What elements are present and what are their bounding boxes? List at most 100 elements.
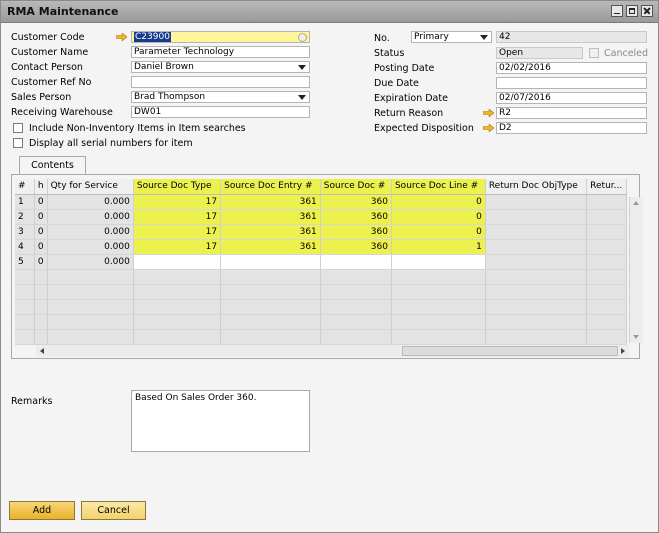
table-cell[interactable] bbox=[586, 284, 627, 300]
column-header[interactable]: Source Doc Line # bbox=[391, 179, 486, 195]
link-arrow-icon[interactable] bbox=[483, 124, 494, 132]
table-row[interactable] bbox=[15, 269, 627, 285]
table-cell[interactable] bbox=[320, 269, 392, 285]
customer-code-field[interactable]: C23900 bbox=[131, 31, 310, 43]
table-cell[interactable]: 5 bbox=[15, 254, 35, 270]
maximize-icon[interactable] bbox=[626, 5, 638, 17]
table-cell[interactable] bbox=[320, 314, 392, 330]
table-cell[interactable] bbox=[320, 329, 392, 345]
table-cell[interactable] bbox=[391, 284, 486, 300]
table-cell[interactable] bbox=[485, 284, 588, 300]
posting-date-field[interactable]: 02/02/2016 bbox=[496, 62, 647, 74]
table-cell[interactable]: 360 bbox=[320, 239, 392, 255]
table-cell[interactable]: 0 bbox=[34, 254, 48, 270]
remarks-textarea[interactable]: Based On Sales Order 360. bbox=[131, 390, 310, 452]
table-cell[interactable]: 0 bbox=[391, 194, 486, 210]
table-cell[interactable] bbox=[15, 329, 35, 345]
table-cell[interactable] bbox=[47, 314, 134, 330]
scroll-right-icon[interactable] bbox=[621, 348, 625, 354]
table-cell[interactable]: 0.000 bbox=[47, 254, 134, 270]
table-cell[interactable]: 0 bbox=[34, 209, 48, 225]
close-icon[interactable] bbox=[641, 5, 653, 17]
table-cell[interactable] bbox=[133, 329, 222, 345]
table-cell[interactable] bbox=[586, 299, 627, 315]
scroll-down-icon[interactable] bbox=[633, 335, 639, 339]
table-row[interactable]: 5 0 0.000 bbox=[15, 254, 627, 270]
table-cell[interactable]: 361 bbox=[220, 239, 321, 255]
add-button[interactable]: Add bbox=[9, 501, 75, 520]
table-cell[interactable] bbox=[220, 284, 321, 300]
table-cell[interactable] bbox=[15, 269, 35, 285]
scroll-left-icon[interactable] bbox=[40, 348, 44, 354]
table-cell[interactable]: 360 bbox=[320, 194, 392, 210]
table-cell[interactable]: 0 bbox=[34, 194, 48, 210]
table-row[interactable]: 3 0 0.000 17 361 360 0 bbox=[15, 224, 627, 240]
table-cell[interactable] bbox=[34, 314, 48, 330]
sales-person-select[interactable]: Brad Thompson bbox=[131, 91, 310, 103]
table-cell[interactable]: 0 bbox=[34, 239, 48, 255]
table-cell[interactable] bbox=[133, 254, 222, 270]
table-cell[interactable] bbox=[133, 314, 222, 330]
link-arrow-icon[interactable] bbox=[483, 109, 494, 117]
table-cell[interactable]: 360 bbox=[320, 224, 392, 240]
receiving-warehouse-field[interactable]: DW01 bbox=[131, 106, 310, 118]
table-cell[interactable]: 0 bbox=[391, 209, 486, 225]
table-row[interactable]: 1 0 0.000 17 361 360 0 bbox=[15, 194, 627, 210]
table-cell[interactable]: 0.000 bbox=[47, 209, 134, 225]
table-cell[interactable] bbox=[34, 284, 48, 300]
table-cell[interactable] bbox=[586, 254, 627, 270]
customer-name-field[interactable]: Parameter Technology bbox=[131, 46, 310, 58]
table-cell[interactable]: 4 bbox=[15, 239, 35, 255]
table-cell[interactable] bbox=[47, 284, 134, 300]
table-cell[interactable] bbox=[485, 329, 588, 345]
table-cell[interactable] bbox=[34, 269, 48, 285]
column-header[interactable]: Source Doc Type bbox=[133, 179, 222, 195]
contact-person-select[interactable]: Daniel Brown bbox=[131, 61, 310, 73]
table-cell[interactable]: 17 bbox=[133, 194, 222, 210]
column-header[interactable]: Retur... bbox=[586, 179, 627, 195]
table-row[interactable]: 2 0 0.000 17 361 360 0 bbox=[15, 209, 627, 225]
table-cell[interactable] bbox=[391, 269, 486, 285]
table-cell[interactable]: 3 bbox=[15, 224, 35, 240]
table-cell[interactable] bbox=[391, 314, 486, 330]
table-row[interactable] bbox=[15, 284, 627, 300]
table-cell[interactable]: 0 bbox=[34, 224, 48, 240]
table-cell[interactable] bbox=[391, 254, 486, 270]
table-cell[interactable] bbox=[391, 329, 486, 345]
chevron-down-icon[interactable] bbox=[298, 65, 306, 70]
table-row[interactable] bbox=[15, 299, 627, 315]
table-cell[interactable] bbox=[586, 194, 627, 210]
chevron-down-icon[interactable] bbox=[298, 95, 306, 100]
table-cell[interactable] bbox=[133, 284, 222, 300]
table-cell[interactable] bbox=[47, 269, 134, 285]
column-header[interactable]: # bbox=[15, 179, 35, 195]
table-cell[interactable] bbox=[34, 299, 48, 315]
table-cell[interactable]: 17 bbox=[133, 239, 222, 255]
tab-contents[interactable]: Contents bbox=[19, 156, 86, 174]
table-cell[interactable] bbox=[15, 314, 35, 330]
table-cell[interactable] bbox=[220, 314, 321, 330]
table-cell[interactable] bbox=[47, 299, 134, 315]
table-cell[interactable] bbox=[34, 329, 48, 345]
scroll-up-icon[interactable] bbox=[633, 201, 639, 205]
expected-disposition-field[interactable]: D2 bbox=[496, 122, 647, 134]
table-cell[interactable] bbox=[220, 329, 321, 345]
table-cell[interactable]: 360 bbox=[320, 209, 392, 225]
table-cell[interactable] bbox=[485, 269, 588, 285]
table-row[interactable]: 4 0 0.000 17 361 360 1 bbox=[15, 239, 627, 255]
table-cell[interactable]: 1 bbox=[15, 194, 35, 210]
due-date-field[interactable] bbox=[496, 77, 647, 89]
table-cell[interactable] bbox=[47, 329, 134, 345]
table-cell[interactable] bbox=[485, 299, 588, 315]
table-row[interactable] bbox=[15, 314, 627, 330]
table-cell[interactable] bbox=[220, 254, 321, 270]
chevron-down-icon[interactable] bbox=[480, 35, 488, 40]
table-cell[interactable] bbox=[586, 239, 627, 255]
table-cell[interactable] bbox=[133, 269, 222, 285]
title-bar[interactable]: RMA Maintenance bbox=[1, 1, 658, 23]
display-serials-checkbox[interactable] bbox=[13, 138, 23, 148]
table-cell[interactable] bbox=[485, 209, 588, 225]
lookup-icon[interactable] bbox=[298, 33, 307, 42]
table-cell[interactable] bbox=[220, 269, 321, 285]
cancel-button[interactable]: Cancel bbox=[81, 501, 146, 520]
